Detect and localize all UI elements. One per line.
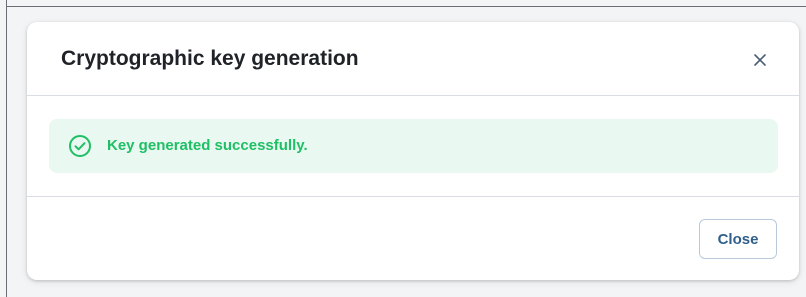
success-message: Key generated successfully. (107, 137, 308, 154)
key-generation-dialog: Cryptographic key generation Key generat… (27, 22, 799, 280)
close-icon-button[interactable] (746, 46, 774, 74)
success-alert: Key generated successfully. (49, 119, 778, 173)
frame-edge-top (6, 6, 806, 7)
close-button[interactable]: Close (699, 219, 777, 259)
dialog-title: Cryptographic key generation (61, 47, 359, 70)
frame-edge-left (6, 0, 7, 297)
dialog-footer: Close (27, 196, 799, 280)
dialog-body: Key generated successfully. (27, 96, 799, 196)
dialog-header: Cryptographic key generation (27, 22, 799, 96)
close-icon (754, 54, 766, 66)
check-circle-icon (69, 135, 91, 157)
